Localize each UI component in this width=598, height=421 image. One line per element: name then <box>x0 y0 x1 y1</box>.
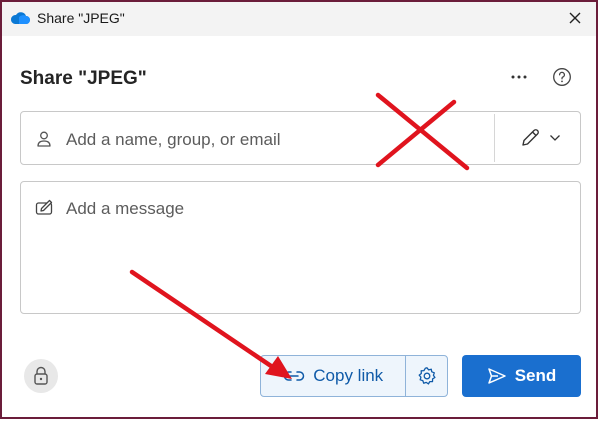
copy-link-button[interactable]: Copy link <box>261 356 405 396</box>
send-icon <box>487 368 506 384</box>
pencil-icon <box>522 129 539 146</box>
help-icon <box>553 68 571 86</box>
title-bar: Share "JPEG" <box>2 2 596 36</box>
permission-dropdown-button[interactable] <box>507 122 573 154</box>
help-button[interactable] <box>550 65 574 89</box>
recipient-placeholder: Add a name, group, or email <box>66 130 281 149</box>
onedrive-cloud-icon <box>10 12 30 24</box>
close-icon <box>569 12 581 24</box>
compose-icon <box>35 199 53 215</box>
gear-icon <box>418 367 436 385</box>
copy-link-group: Copy link <box>260 355 448 397</box>
message-input[interactable]: Add a message <box>20 181 581 314</box>
more-options-button[interactable] <box>506 64 532 90</box>
close-button[interactable] <box>564 7 586 29</box>
person-icon <box>37 131 51 147</box>
link-settings-lock-button[interactable] <box>24 359 58 393</box>
send-button[interactable]: Send <box>462 355 581 397</box>
lock-icon <box>34 366 48 385</box>
recipient-input[interactable]: Add a name, group, or email <box>20 111 581 165</box>
copy-link-label: Copy link <box>313 366 384 385</box>
window-title: Share "JPEG" <box>37 10 125 26</box>
send-label: Send <box>514 366 557 385</box>
link-icon <box>284 371 305 381</box>
dialog-title: Share "JPEG" <box>20 68 147 89</box>
message-placeholder: Add a message <box>66 199 185 218</box>
chevron-down-icon <box>550 135 560 141</box>
share-dialog-window: Share "JPEG" Share "JPEG" Add a name, gr… <box>0 0 598 419</box>
more-icon <box>511 75 527 79</box>
field-divider <box>494 114 495 162</box>
link-settings-button[interactable] <box>406 356 447 396</box>
